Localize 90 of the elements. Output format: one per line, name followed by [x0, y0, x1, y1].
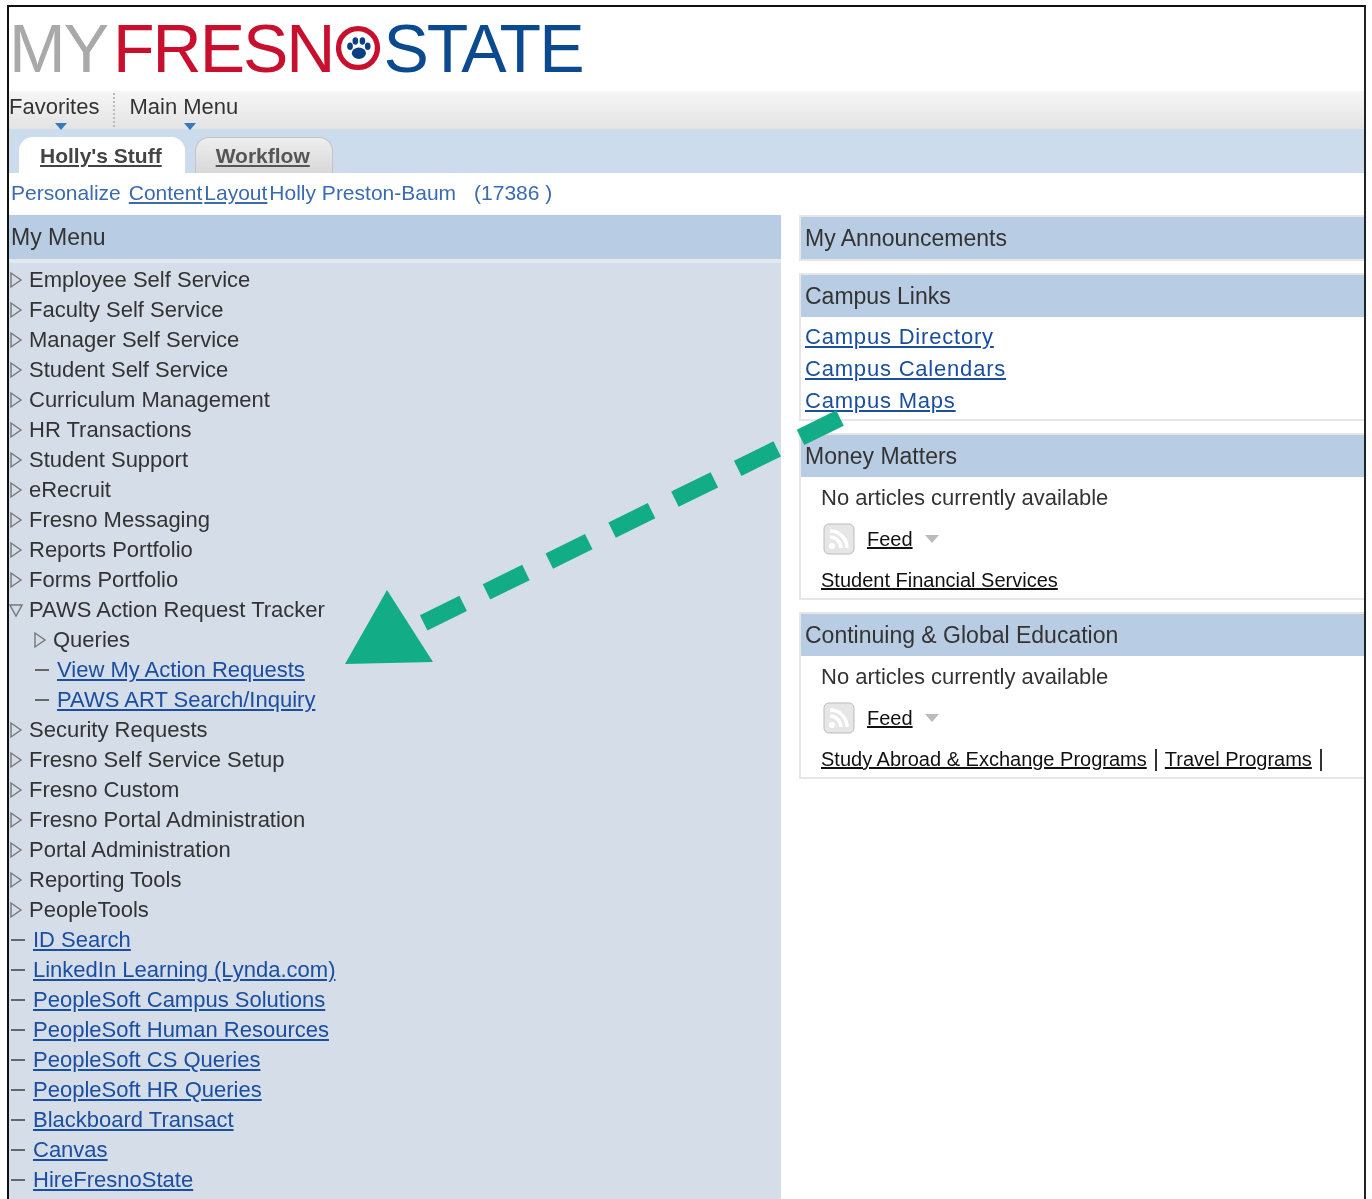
collapsed-triangle-icon[interactable]	[9, 901, 23, 919]
expanded-triangle-icon[interactable]	[9, 601, 23, 619]
dash-icon	[11, 1119, 25, 1121]
logo-text: FRESN	[113, 14, 334, 82]
collapsed-triangle-icon[interactable]	[9, 541, 23, 559]
collapsed-triangle-icon[interactable]	[9, 331, 23, 349]
collapsed-triangle-icon[interactable]	[9, 721, 23, 739]
menu-link[interactable]: ID Search	[33, 927, 131, 953]
menu-folder[interactable]: HR Transactions	[29, 417, 192, 443]
campus-link[interactable]: Campus Directory	[805, 321, 994, 353]
personalize-label: Personalize	[11, 181, 121, 205]
caret-icon[interactable]	[924, 535, 939, 543]
menu-folder[interactable]: Portal Administration	[29, 837, 231, 863]
collapsed-triangle-icon[interactable]	[9, 451, 23, 469]
collapsed-triangle-icon[interactable]	[9, 571, 23, 589]
dash-icon	[11, 1059, 25, 1061]
collapsed-triangle-icon[interactable]	[9, 841, 23, 859]
empty-message: No articles currently available	[821, 663, 1110, 691]
menu-link[interactable]: LinkedIn Learning (Lynda.com)	[33, 957, 336, 983]
menu-folder[interactable]: Employee Self Service	[29, 267, 251, 293]
menu-link[interactable]: PeopleSoft Human Resources	[33, 1017, 329, 1043]
pagelet-title: My Announcements	[801, 217, 1364, 259]
personalize-link[interactable]: Layout	[204, 181, 268, 205]
pagelet-link[interactable]: Travel Programs	[1164, 748, 1312, 771]
menu-folder[interactable]: Security Requests	[29, 717, 208, 743]
pagelet-title: Campus Links	[801, 275, 1364, 317]
collapsed-triangle-icon[interactable]	[9, 391, 23, 409]
logo-text: MY	[9, 14, 107, 82]
collapsed-triangle-icon[interactable]	[33, 631, 47, 649]
dash-icon	[11, 999, 25, 1001]
collapsed-triangle-icon[interactable]	[9, 301, 23, 319]
collapsed-triangle-icon[interactable]	[9, 751, 23, 769]
dash-icon	[11, 1179, 25, 1181]
menu-folder[interactable]: Fresno Messaging	[29, 507, 210, 533]
menu-folder[interactable]: Fresno Custom	[29, 777, 180, 803]
collapsed-triangle-icon[interactable]	[9, 811, 23, 829]
collapsed-triangle-icon[interactable]	[9, 271, 23, 289]
personalize-link[interactable]: Content	[128, 181, 203, 205]
menu-link[interactable]: PAWS ART Search/Inquiry	[57, 687, 316, 713]
pagelet-link[interactable]: Study Abroad & Exchange Programs	[821, 748, 1147, 771]
dash-icon	[11, 1149, 25, 1151]
collapsed-triangle-icon[interactable]	[9, 781, 23, 799]
collapsed-triangle-icon[interactable]	[9, 361, 23, 379]
menu-folder[interactable]: Student Support	[29, 447, 188, 473]
dash-icon	[35, 699, 49, 701]
pagelet-link[interactable]: Student Financial Services	[821, 569, 1058, 592]
menu-folder[interactable]: Curriculum Management	[29, 387, 270, 413]
dash-icon	[35, 669, 49, 671]
menu-folder[interactable]: Fresno Self Service Setup	[29, 747, 285, 773]
menu-folder[interactable]: eRecruit	[29, 477, 111, 503]
tab[interactable]: Workflow	[194, 137, 333, 173]
pagelet-title: Continuing & Global Education	[801, 614, 1364, 656]
dash-icon	[11, 939, 25, 941]
collapsed-triangle-icon[interactable]	[9, 511, 23, 529]
user-name: Holly Preston-Baum	[269, 181, 457, 205]
menu-link[interactable]: Canvas	[33, 1137, 108, 1163]
collapsed-triangle-icon[interactable]	[9, 421, 23, 439]
caret-icon[interactable]	[924, 714, 939, 722]
menu-folder[interactable]: Reports Portfolio	[29, 537, 193, 563]
menu-folder[interactable]: Reporting Tools	[29, 867, 182, 893]
panel-title: My Menu	[9, 215, 781, 263]
dash-icon	[11, 969, 25, 971]
feed-link[interactable]: Feed	[867, 527, 913, 551]
logo-text: STATE	[383, 14, 583, 82]
pagelet-title: Money Matters	[801, 435, 1364, 477]
menu-link[interactable]: View My Action Requests	[57, 657, 305, 683]
menu-link[interactable]: PeopleSoft HR Queries	[33, 1077, 262, 1103]
campus-link[interactable]: Campus Calendars	[805, 353, 1007, 385]
dash-icon	[11, 1029, 25, 1031]
menu-folder[interactable]: Forms Portfolio	[29, 567, 179, 593]
paw-circle-icon	[335, 23, 382, 73]
dash-icon	[11, 1089, 25, 1091]
menu-link[interactable]: PeopleSoft CS Queries	[33, 1047, 261, 1073]
menu-folder[interactable]: PAWS Action Request Tracker	[29, 597, 325, 623]
menu-folder[interactable]: Student Self Service	[29, 357, 229, 383]
collapsed-triangle-icon[interactable]	[9, 871, 23, 889]
feed-link[interactable]: Feed	[867, 706, 913, 730]
user-id: (17386 )	[474, 181, 553, 205]
campus-link[interactable]: Campus Maps	[805, 385, 956, 417]
menu-folder[interactable]: Faculty Self Service	[29, 297, 224, 323]
menu-folder[interactable]: Manager Self Service	[29, 327, 240, 353]
menu-folder[interactable]: Queries	[53, 627, 131, 653]
tab[interactable]: Holly's Stuff	[19, 137, 185, 173]
menu-link[interactable]: PeopleSoft Campus Solutions	[33, 987, 326, 1013]
empty-message: No articles currently available	[821, 484, 1110, 512]
menu-folder[interactable]: PeopleTools	[29, 897, 149, 923]
menu-link[interactable]: Blackboard Transact	[33, 1107, 234, 1133]
menu-link[interactable]: HireFresnoState	[33, 1167, 194, 1193]
menu-folder[interactable]: Fresno Portal Administration	[29, 807, 306, 833]
collapsed-triangle-icon[interactable]	[9, 481, 23, 499]
